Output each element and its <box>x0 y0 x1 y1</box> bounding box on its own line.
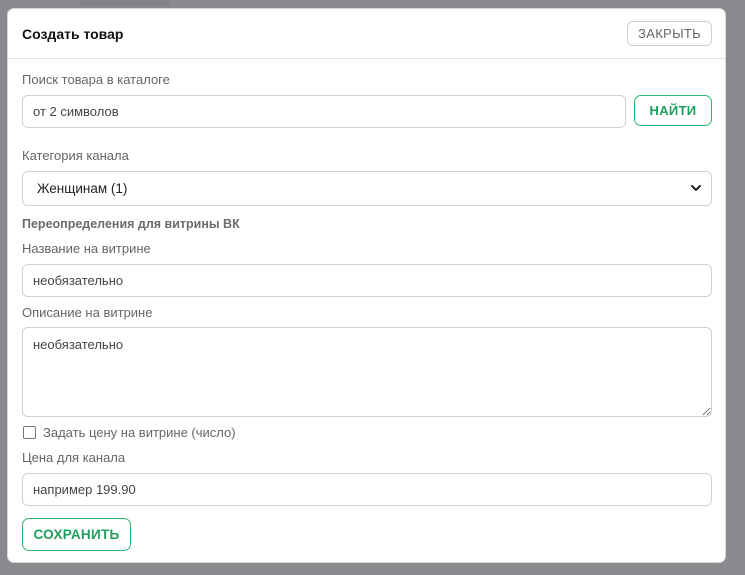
vk-name-input[interactable] <box>22 264 712 297</box>
backdrop <box>80 0 170 6</box>
category-select[interactable]: Женщинам (1) <box>22 171 712 206</box>
create-product-modal: Создать товар ЗАКРЫТЬ Поиск товара в кат… <box>7 8 726 563</box>
modal-header: Создать товар ЗАКРЫТЬ <box>8 9 725 59</box>
save-button[interactable]: СОХРАНИТЬ <box>22 518 131 551</box>
price-override-checkbox[interactable] <box>23 426 36 439</box>
price-label: Цена для канала <box>22 450 126 465</box>
price-input[interactable] <box>22 473 712 506</box>
vk-description-label: Описание на витрине <box>22 305 153 320</box>
vk-description-textarea[interactable] <box>22 327 712 417</box>
category-label: Категория канала <box>22 148 129 163</box>
price-override-label[interactable]: Задать цену на витрине (число) <box>43 425 236 440</box>
category-select-value: Женщинам (1) <box>37 181 128 196</box>
chevron-down-icon <box>689 181 703 195</box>
modal-title: Создать товар <box>22 26 124 42</box>
close-button[interactable]: ЗАКРЫТЬ <box>627 21 712 46</box>
vk-name-label: Название на витрине <box>22 241 151 256</box>
find-button[interactable]: НАЙТИ <box>634 95 712 126</box>
price-override-row[interactable]: Задать цену на витрине (число) <box>23 425 236 440</box>
search-input[interactable] <box>22 95 626 128</box>
vk-overrides-title: Переопределения для витрины ВК <box>22 217 240 231</box>
search-label: Поиск товара в каталоге <box>22 72 170 87</box>
